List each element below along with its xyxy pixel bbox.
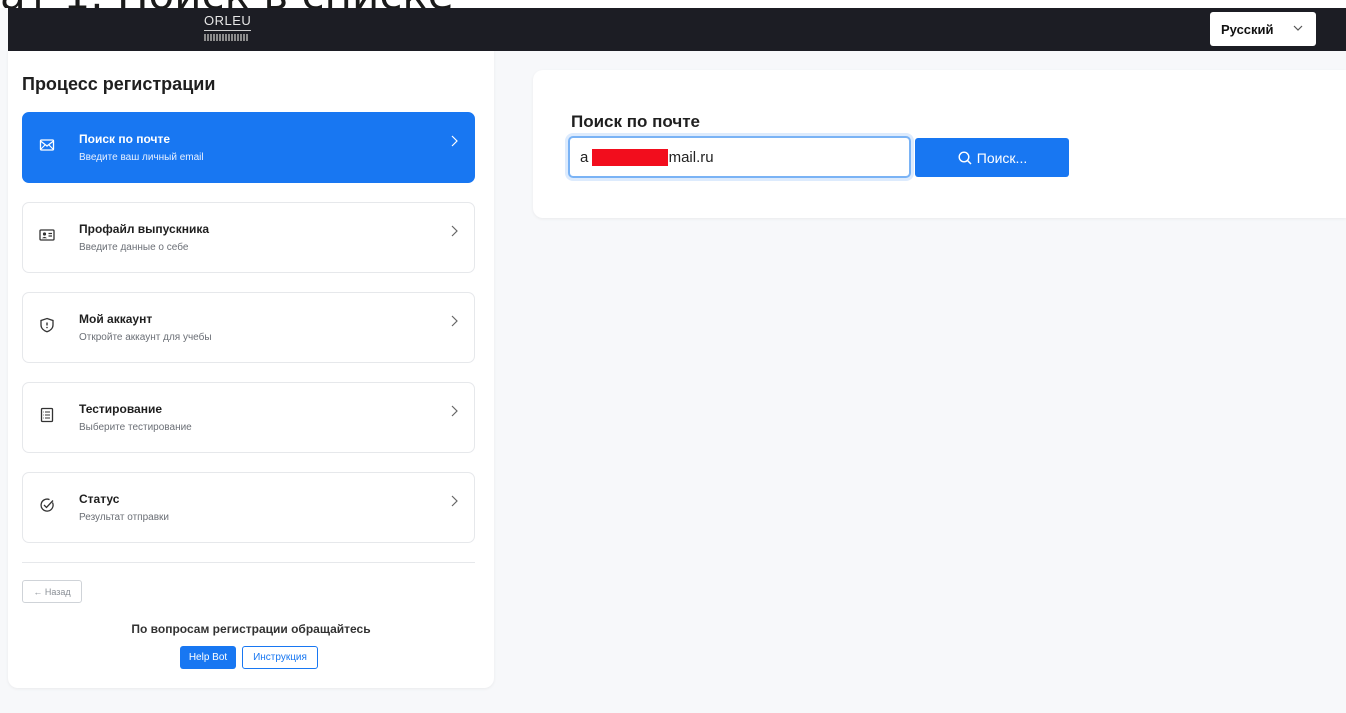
id-card-icon [39, 229, 55, 241]
logo: ORLEU [204, 14, 252, 41]
shield-icon [40, 317, 54, 333]
step-title: Статус [79, 492, 120, 506]
chevron-down-icon [1293, 25, 1303, 31]
step-testing[interactable]: Тестирование Выберите тестирование [22, 382, 475, 453]
instruction-button[interactable]: Инструкция [242, 646, 318, 669]
logo-tagline [204, 34, 248, 41]
chevron-right-icon [451, 225, 458, 237]
sidebar-title: Процесс регистрации [22, 74, 216, 94]
sidebar-divider [22, 562, 475, 563]
page-caption: ат 1. Поиск в списке [0, 0, 1346, 8]
chevron-right-icon [451, 405, 458, 417]
step-title: Профайл выпускника [79, 222, 210, 236]
email-search-card: Поиск по почте Поиск... [533, 70, 1346, 218]
step-title: Тестирование [79, 402, 163, 416]
chevron-right-icon [451, 495, 458, 507]
language-select[interactable]: Русский [1210, 12, 1316, 46]
back-button[interactable]: ← Назад [22, 580, 82, 603]
step-graduate-profile[interactable]: Профайл выпускника Введите данные о себе [22, 202, 475, 273]
step-title: Поиск по почте [79, 132, 171, 146]
test-list-icon [40, 407, 54, 423]
step-email-search[interactable]: Поиск по почте Введите ваш личный email [22, 112, 475, 183]
check-circle-icon [40, 498, 54, 512]
step-subtitle: Откройте аккаунт для учебы [79, 332, 212, 343]
step-subtitle: Результат отправки [79, 512, 169, 523]
contact-text: По вопросам регистрации обращайтесь [131, 622, 371, 636]
chevron-right-icon [451, 315, 458, 327]
registration-sidebar: Процесс регистрации Поиск по почте Введи… [8, 50, 494, 688]
search-title: Поиск по почте [571, 112, 700, 131]
step-subtitle: Выберите тестирование [79, 422, 192, 433]
help-bot-button[interactable]: Help Bot [180, 646, 236, 669]
top-bar: ORLEU Русский [8, 8, 1346, 51]
chevron-right-icon [451, 135, 458, 147]
step-subtitle: Введите ваш личный email [79, 152, 204, 163]
search-button-label: Поиск... [976, 149, 1028, 166]
step-my-account[interactable]: Мой аккаунт Откройте аккаунт для учебы [22, 292, 475, 363]
step-status[interactable]: Статус Результат отправки [22, 472, 475, 543]
step-subtitle: Введите данные о себе [79, 242, 189, 253]
logo-text: ORLEU [204, 14, 252, 31]
envelope-icon [39, 139, 55, 151]
search-icon [958, 150, 972, 165]
step-title: Мой аккаунт [79, 312, 153, 326]
language-label: Русский [1221, 21, 1274, 37]
redaction-mark [592, 149, 668, 166]
search-button[interactable]: Поиск... [915, 138, 1069, 177]
